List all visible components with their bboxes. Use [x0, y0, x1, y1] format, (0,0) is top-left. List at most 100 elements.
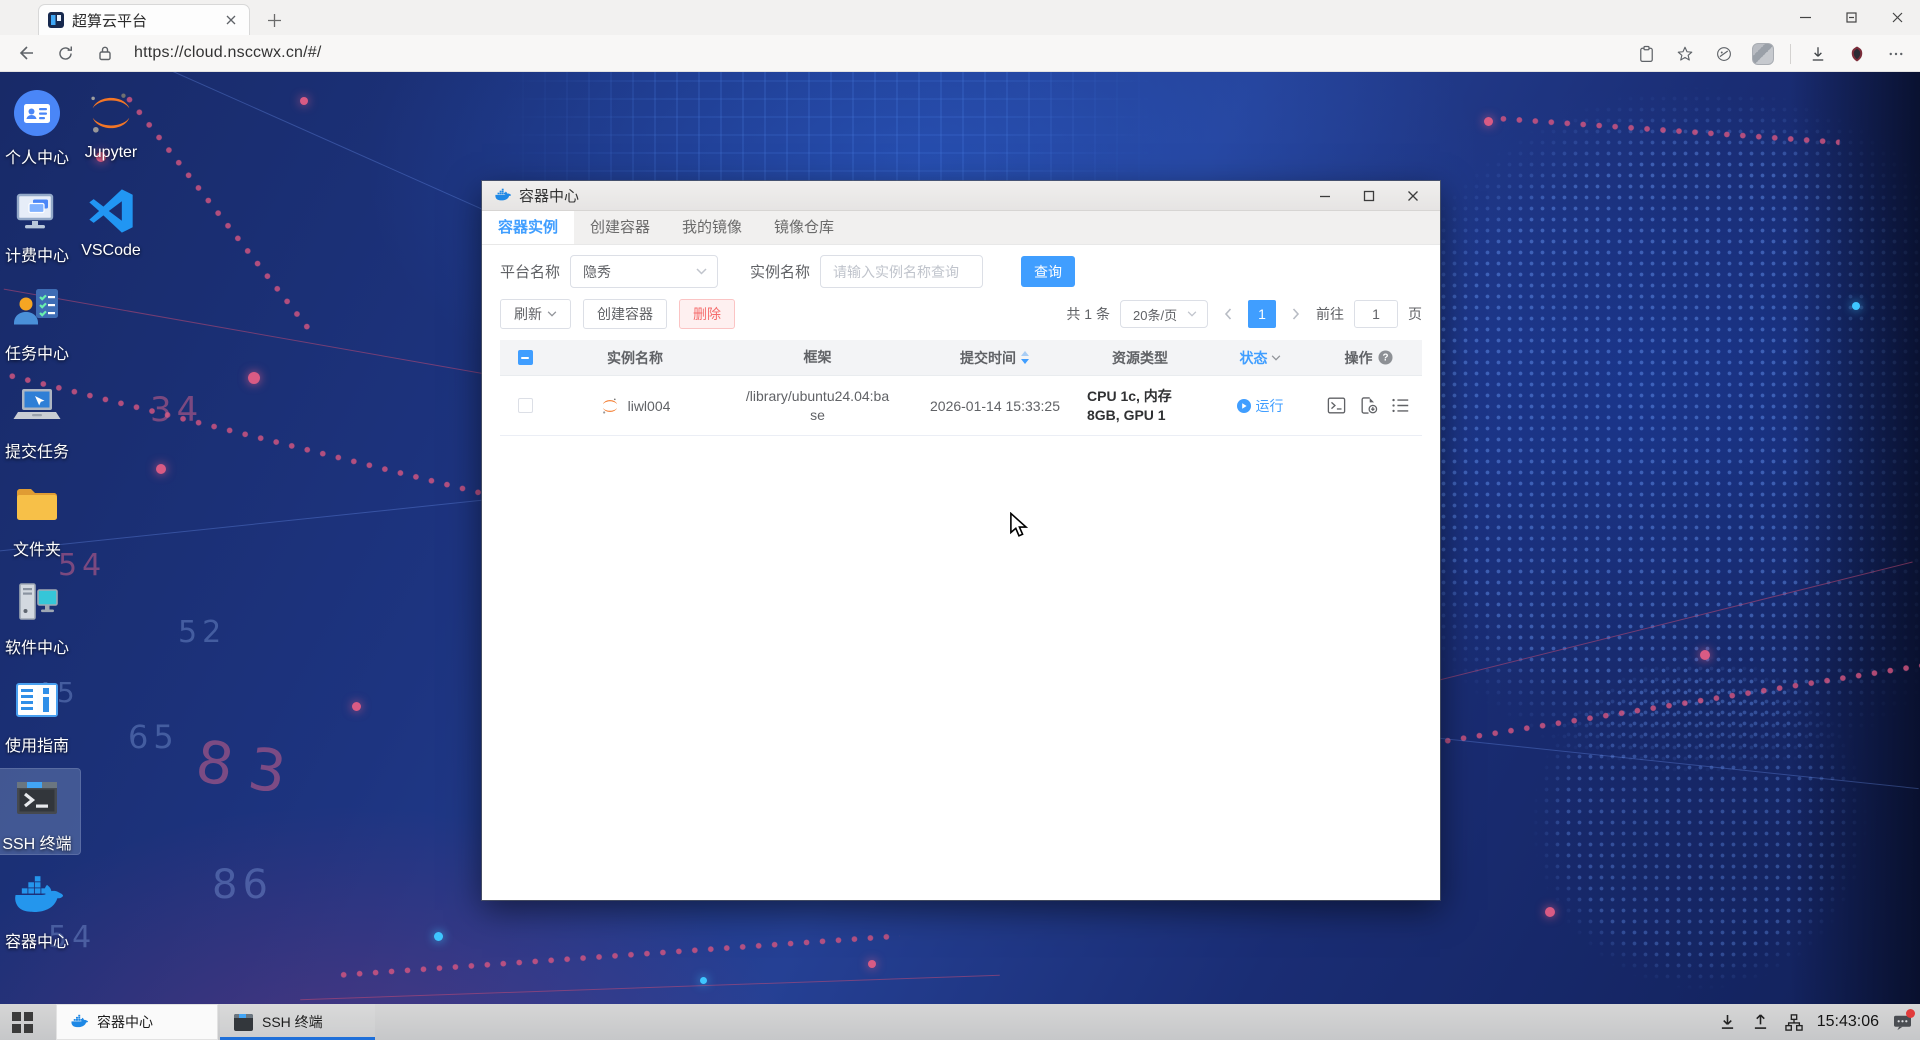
create-container-button[interactable]: 创建容器 — [583, 299, 667, 329]
dialog-maximize-button[interactable] — [1360, 187, 1378, 205]
table-row: liwl004 /library/ubuntu24.04:base 2026-0… — [500, 376, 1422, 436]
window-title: 容器中心 — [519, 185, 1308, 206]
taskbar-clock[interactable]: 15:43:06 — [1817, 1013, 1879, 1031]
screen: 超算云平台 https — [0, 0, 1920, 1040]
desktop-icon-label: 软件中心 — [0, 634, 80, 658]
taskbar-item-label: 容器中心 — [97, 1012, 153, 1032]
desktop-icon-label: VSCode — [68, 242, 154, 260]
header-submit-time-label: 提交时间 — [960, 348, 1016, 368]
wallpaper-dot — [156, 464, 166, 474]
row-checkbox[interactable] — [518, 398, 533, 413]
window-maximize-button[interactable] — [1828, 0, 1874, 35]
terminal-icon — [234, 1014, 253, 1031]
sort-carets-icon[interactable] — [1020, 351, 1030, 364]
taskbar: 容器中心 SSH 终端 15:43:06 — [0, 1004, 1920, 1040]
reload-icon[interactable] — [50, 38, 80, 68]
dialog-minimize-button[interactable] — [1316, 187, 1334, 205]
lock-icon[interactable] — [90, 38, 120, 68]
header-framework: 框架 — [720, 348, 915, 367]
desktop-icon-vscode[interactable]: VSCode — [68, 181, 154, 260]
dialog-window-controls — [1316, 187, 1428, 205]
wallpaper-dot — [1484, 117, 1493, 126]
back-icon[interactable] — [10, 38, 40, 68]
collections-icon[interactable] — [1634, 42, 1658, 66]
tab-container-instances[interactable]: 容器实例 — [482, 211, 574, 244]
window-close-button[interactable] — [1874, 0, 1920, 35]
browser-tab[interactable]: 超算云平台 — [38, 4, 250, 35]
header-submit-time[interactable]: 提交时间 — [915, 348, 1075, 368]
header-operations-label: 操作 — [1345, 348, 1373, 368]
desktop-icon-task-center[interactable]: 任务中心 — [0, 279, 80, 364]
browser-tab-bar: 超算云平台 — [0, 0, 1920, 35]
pagination-page-1[interactable]: 1 — [1248, 300, 1276, 328]
app-grid-icon — [12, 1012, 33, 1033]
goto-page-input[interactable] — [1354, 300, 1398, 328]
desktop-icon-user-guide[interactable]: 使用指南 — [0, 671, 80, 756]
site-favicon — [48, 12, 64, 28]
laptop-icon — [0, 381, 80, 433]
select-all-checkbox[interactable] — [518, 350, 533, 365]
detail-list-icon[interactable] — [1391, 397, 1410, 414]
window-body: 平台名称 隐秀 实例名称 查询 刷新 创建容器 删除 共 1 条 — [482, 255, 1440, 436]
tab-close-icon[interactable] — [222, 11, 240, 29]
guide-book-icon — [0, 675, 80, 727]
more-menu-icon[interactable] — [1884, 42, 1908, 66]
favorites-star-icon[interactable] — [1673, 42, 1697, 66]
start-menu-button[interactable] — [0, 1004, 44, 1040]
desktop-icon-software-center[interactable]: 软件中心 — [0, 573, 80, 658]
docker-whale-icon — [494, 187, 511, 204]
desktop-icon-container-center[interactable]: 容器中心 — [0, 867, 80, 952]
tracking-prevention-icon[interactable] — [1712, 42, 1736, 66]
refresh-button[interactable]: 刷新 — [500, 299, 571, 329]
browser-extension-icon[interactable] — [1845, 42, 1869, 66]
total-count: 共 1 条 — [1066, 304, 1110, 324]
new-tab-button[interactable] — [262, 8, 286, 32]
desktop-icon-label: 使用指南 — [0, 732, 80, 756]
header-resource-type: 资源类型 — [1075, 348, 1205, 368]
delete-button[interactable]: 删除 — [679, 299, 735, 329]
network-icon[interactable] — [1784, 1012, 1804, 1032]
instance-name: liwl004 — [628, 398, 671, 414]
open-terminal-icon[interactable] — [1327, 397, 1346, 414]
jupyter-icon — [68, 87, 154, 139]
tab-image-repository[interactable]: 镜像仓库 — [758, 211, 850, 244]
chevron-down-icon — [1187, 311, 1197, 317]
taskbar-item-ssh-terminal[interactable]: SSH 终端 — [220, 1004, 375, 1040]
taskbar-item-container-center[interactable]: 容器中心 — [56, 1004, 218, 1040]
desktop-icon-folder[interactable]: 文件夹 — [0, 475, 80, 560]
upload-speed-icon[interactable] — [1751, 1012, 1771, 1032]
tab-my-images[interactable]: 我的镜像 — [666, 211, 758, 244]
download-speed-icon[interactable] — [1718, 1012, 1738, 1032]
header-status-filter[interactable]: 状态 — [1205, 348, 1315, 368]
address-url[interactable]: https://cloud.nsccwx.cn/#/ — [134, 44, 322, 62]
instance-name-input[interactable] — [820, 255, 983, 288]
pagination-prev-button[interactable] — [1218, 300, 1238, 328]
wallpaper-number: 86 — [212, 862, 273, 908]
window-minimize-button[interactable] — [1782, 0, 1828, 35]
download-icon[interactable] — [1806, 42, 1830, 66]
instance-table: 实例名称 框架 提交时间 资源类型 状态 — [500, 340, 1422, 436]
page-size-select[interactable]: 20条/页 — [1120, 300, 1208, 328]
desktop-icon-ssh-terminal[interactable]: SSH 终端 — [0, 769, 80, 854]
action-row: 刷新 创建容器 删除 共 1 条 20条/页 1 — [500, 299, 1422, 329]
header-operations: 操作 ? — [1315, 348, 1422, 368]
status-badge: 运行 — [1237, 396, 1284, 416]
vscode-icon — [68, 185, 154, 237]
notifications-icon[interactable] — [1892, 1012, 1912, 1032]
desktop-icon-jupyter[interactable]: Jupyter — [68, 83, 154, 162]
window-titlebar[interactable]: 容器中心 — [482, 181, 1440, 211]
tab-create-container[interactable]: 创建容器 — [574, 211, 666, 244]
taskbar-item-label: SSH 终端 — [262, 1012, 323, 1032]
pagination-next-button[interactable] — [1286, 300, 1306, 328]
page-size-value: 20条/页 — [1133, 305, 1177, 324]
instance-name-label: 实例名称 — [750, 261, 810, 282]
desktop-icon-submit-task[interactable]: 提交任务 — [0, 377, 80, 462]
jupyter-icon — [600, 396, 620, 416]
filter-row: 平台名称 隐秀 实例名称 查询 — [500, 255, 1422, 288]
header-instance-name: 实例名称 — [550, 348, 720, 368]
dialog-close-button[interactable] — [1404, 187, 1422, 205]
profile-avatar[interactable] — [1751, 42, 1775, 66]
save-image-icon[interactable] — [1359, 396, 1378, 415]
platform-select[interactable]: 隐秀 — [570, 255, 718, 288]
search-button[interactable]: 查询 — [1021, 256, 1075, 287]
